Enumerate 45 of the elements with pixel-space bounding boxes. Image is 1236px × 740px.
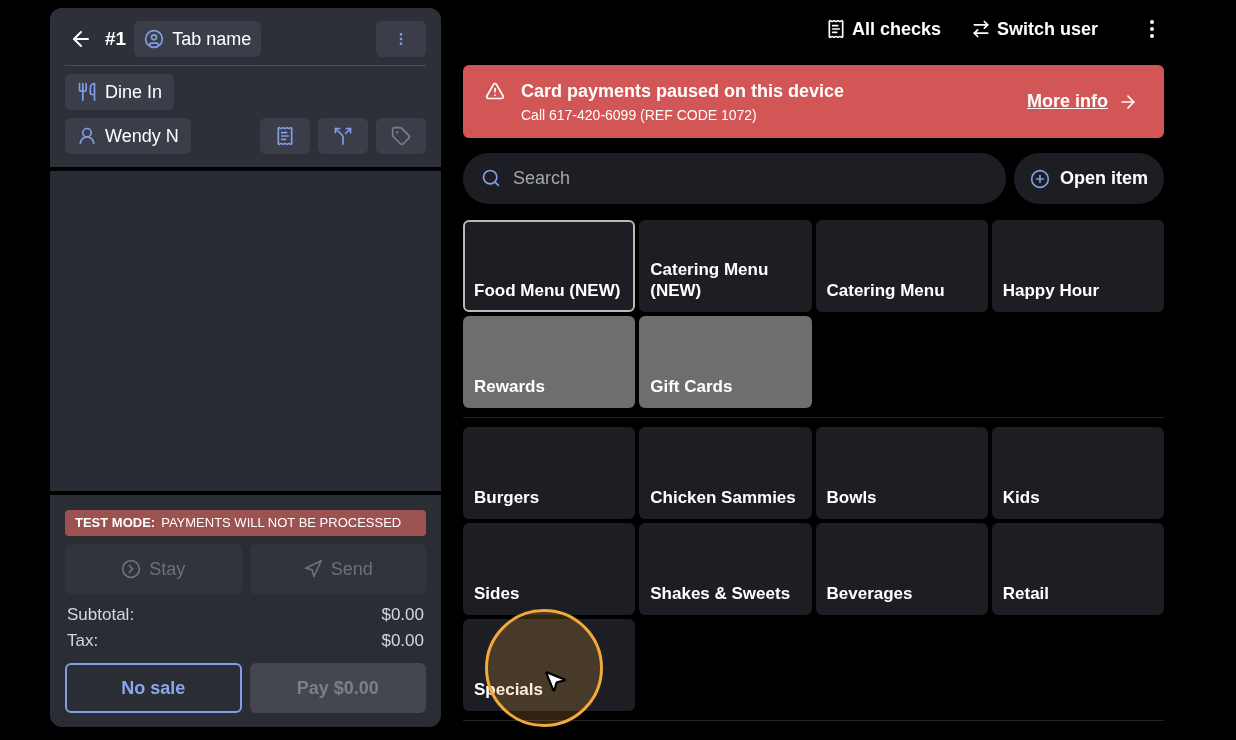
category-tile[interactable]: Catering Menu xyxy=(815,220,988,312)
send-icon xyxy=(302,559,323,579)
checks-button[interactable]: All checks xyxy=(825,15,941,43)
category-tile[interactable]: Catering Menu (NEW) xyxy=(639,220,812,312)
total-value: $0.00 xyxy=(381,630,424,652)
search-field[interactable]: Search xyxy=(463,153,1006,204)
tag-icon xyxy=(391,126,411,146)
category-tile[interactable]: Gift Cards xyxy=(639,316,812,408)
dining-option-button[interactable]: Dine In xyxy=(65,74,175,110)
category-tile[interactable]: Shakes & Sweets xyxy=(639,523,812,615)
receipt-button[interactable] xyxy=(260,118,310,154)
open-item-button[interactable]: Open item xyxy=(1014,153,1164,204)
alert-detail: Call 617-420-6099 (REF CODE 1072) xyxy=(521,105,758,125)
plus-icon xyxy=(1030,168,1050,189)
receipt-icon xyxy=(275,126,295,146)
total-label: Tax: xyxy=(67,630,99,652)
more-info-link[interactable]: More info xyxy=(1027,88,1108,115)
search-icon xyxy=(481,168,501,188)
category-tile[interactable]: Rewards xyxy=(463,316,636,408)
person-icon xyxy=(144,29,165,49)
total-label: Subtotal: xyxy=(67,604,135,626)
split-button[interactable] xyxy=(318,118,368,154)
server-button[interactable]: Wendy N xyxy=(65,118,191,154)
category-tile[interactable]: Food Menu (NEW) xyxy=(463,220,636,312)
discount-button[interactable] xyxy=(376,118,426,154)
alert-title: Card payments paused on this device xyxy=(521,79,845,103)
server-icon xyxy=(77,126,97,146)
category-tile[interactable]: Kids xyxy=(991,427,1164,519)
switch-button[interactable]: Switch user xyxy=(970,15,1098,43)
order-number: #1 xyxy=(105,26,127,51)
category-tile[interactable]: Burgers xyxy=(463,427,636,519)
category-tile[interactable]: Happy Hour xyxy=(991,220,1164,312)
tab-name-button[interactable]: Tab name xyxy=(134,21,262,57)
category-tile[interactable]: Beverages xyxy=(815,523,988,615)
stay-icon xyxy=(121,559,142,579)
warning-icon xyxy=(485,81,505,101)
split-icon xyxy=(333,126,353,146)
category-tile[interactable]: Retail xyxy=(991,523,1164,615)
category-tile[interactable]: Bowls xyxy=(815,427,988,519)
total-value: $0.00 xyxy=(381,604,424,626)
checks-icon xyxy=(825,19,846,39)
no-sale-button[interactable]: No sale xyxy=(65,663,242,713)
category-tile[interactable]: Sides xyxy=(463,523,636,615)
category-tile[interactable]: Chicken Sammies xyxy=(639,427,812,519)
test-mode-banner: TEST MODE: PAYMENTS WILL NOT BE PROCESSED xyxy=(65,510,426,536)
